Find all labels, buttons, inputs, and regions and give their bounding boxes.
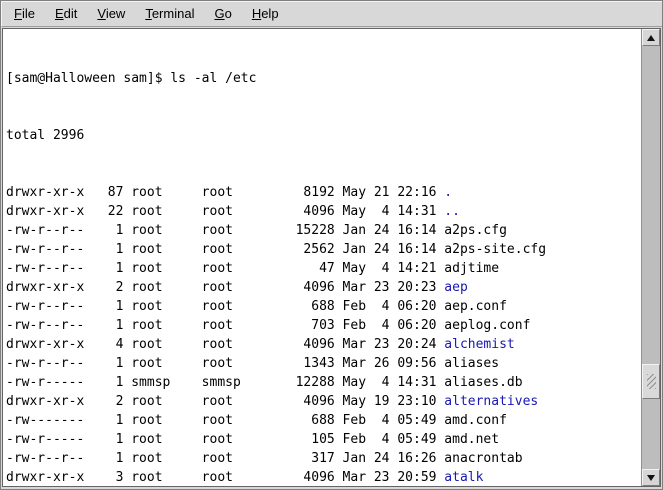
file-name: aep.conf xyxy=(444,299,507,314)
total-line: total 2996 xyxy=(6,126,641,145)
scrollbar-up-button[interactable] xyxy=(642,29,660,46)
listing-row: -rw-r--r-- 1 root root 2562 Jan 24 16:14… xyxy=(6,240,641,259)
menu-view[interactable]: View xyxy=(87,3,135,25)
file-attributes: -rw-r--r-- 1 root root 2562 Jan 24 16:14 xyxy=(6,242,444,257)
file-name: amd.net xyxy=(444,432,499,447)
down-arrow-icon xyxy=(647,475,655,481)
listing-row: drwxr-xr-x 2 root root 4096 May 19 23:10… xyxy=(6,392,641,411)
file-attributes: drwxr-xr-x 4 root root 4096 Mar 23 20:24 xyxy=(6,337,444,352)
file-attributes: -rw-r----- 1 root root 105 Feb 4 05:49 xyxy=(6,432,444,447)
menu-help[interactable]: Help xyxy=(242,3,289,25)
file-attributes: -rw-r--r-- 1 root root 1343 Mar 26 09:56 xyxy=(6,356,444,371)
file-name: aliases.db xyxy=(444,375,522,390)
menu-go[interactable]: Go xyxy=(204,3,241,25)
listing-row: drwxr-xr-x 87 root root 8192 May 21 22:1… xyxy=(6,183,641,202)
up-arrow-icon xyxy=(647,35,655,41)
menu-terminal[interactable]: Terminal xyxy=(135,3,204,25)
file-name: anacrontab xyxy=(444,451,522,466)
file-attributes: -rw-r--r-- 1 root root 703 Feb 4 06:20 xyxy=(6,318,444,333)
file-name: a2ps-site.cfg xyxy=(444,242,546,257)
listing-row: -rw-r--r-- 1 root root 15228 Jan 24 16:1… xyxy=(6,221,641,240)
listing-row: drwxr-xr-x 22 root root 4096 May 4 14:31… xyxy=(6,202,641,221)
file-name: aeplog.conf xyxy=(444,318,530,333)
listing-row: -rw-r--r-- 1 root root 1343 Mar 26 09:56… xyxy=(6,354,641,373)
file-attributes: drwxr-xr-x 22 root root 4096 May 4 14:31 xyxy=(6,204,444,219)
file-listing: drwxr-xr-x 87 root root 8192 May 21 22:1… xyxy=(6,183,641,486)
file-name: alchemist xyxy=(444,337,514,352)
scrollbar-down-button[interactable] xyxy=(642,469,660,486)
terminal-screen[interactable]: [sam@Halloween sam]$ ls -al /etc total 2… xyxy=(3,29,641,486)
file-name: . xyxy=(444,185,452,200)
file-name: aliases xyxy=(444,356,499,371)
listing-row: -rw------- 1 root root 688 Feb 4 05:49 a… xyxy=(6,411,641,430)
file-name: alternatives xyxy=(444,394,538,409)
listing-row: drwxr-xr-x 4 root root 4096 Mar 23 20:24… xyxy=(6,335,641,354)
file-attributes: drwxr-xr-x 2 root root 4096 Mar 23 20:23 xyxy=(6,280,444,295)
file-attributes: -rw------- 1 root root 688 Feb 4 05:49 xyxy=(6,413,444,428)
scrollbar-grip-icon xyxy=(647,374,656,389)
menu-file[interactable]: File xyxy=(4,3,45,25)
file-attributes: -rw-r--r-- 1 root root 47 May 4 14:21 xyxy=(6,261,444,276)
file-attributes: -rw-r----- 1 smmsp smmsp 12288 May 4 14:… xyxy=(6,375,444,390)
terminal-window: FileEditViewTerminalGoHelp [sam@Hallowee… xyxy=(0,0,663,490)
listing-row: -rw-r--r-- 1 root root 317 Jan 24 16:26 … xyxy=(6,449,641,468)
menu-bar: FileEditViewTerminalGoHelp xyxy=(1,1,662,27)
file-attributes: drwxr-xr-x 2 root root 4096 May 19 23:10 xyxy=(6,394,444,409)
listing-row: -rw-r----- 1 smmsp smmsp 12288 May 4 14:… xyxy=(6,373,641,392)
listing-row: -rw-r--r-- 1 root root 703 Feb 4 06:20 a… xyxy=(6,316,641,335)
terminal-frame: [sam@Halloween sam]$ ls -al /etc total 2… xyxy=(2,28,661,487)
file-attributes: -rw-r--r-- 1 root root 15228 Jan 24 16:1… xyxy=(6,223,444,238)
prompt-line: [sam@Halloween sam]$ ls -al /etc xyxy=(6,69,641,88)
scrollbar[interactable] xyxy=(641,29,660,486)
file-attributes: drwxr-xr-x 3 root root 4096 Mar 23 20:59 xyxy=(6,470,444,485)
file-name: a2ps.cfg xyxy=(444,223,507,238)
listing-row: -rw-r--r-- 1 root root 688 Feb 4 06:20 a… xyxy=(6,297,641,316)
file-name: .. xyxy=(444,204,460,219)
file-attributes: drwxr-xr-x 87 root root 8192 May 21 22:1… xyxy=(6,185,444,200)
file-name: amd.conf xyxy=(444,413,507,428)
listing-row: drwxr-xr-x 2 root root 4096 Mar 23 20:23… xyxy=(6,278,641,297)
scrollbar-thumb[interactable] xyxy=(642,364,660,399)
listing-row: -rw-r--r-- 1 root root 47 May 4 14:21 ad… xyxy=(6,259,641,278)
file-name: adjtime xyxy=(444,261,499,276)
listing-row: drwxr-xr-x 3 root root 4096 Mar 23 20:59… xyxy=(6,468,641,486)
file-attributes: -rw-r--r-- 1 root root 317 Jan 24 16:26 xyxy=(6,451,444,466)
file-name: aep xyxy=(444,280,467,295)
menu-edit[interactable]: Edit xyxy=(45,3,87,25)
file-attributes: -rw-r--r-- 1 root root 688 Feb 4 06:20 xyxy=(6,299,444,314)
file-name: atalk xyxy=(444,470,483,485)
listing-row: -rw-r----- 1 root root 105 Feb 4 05:49 a… xyxy=(6,430,641,449)
